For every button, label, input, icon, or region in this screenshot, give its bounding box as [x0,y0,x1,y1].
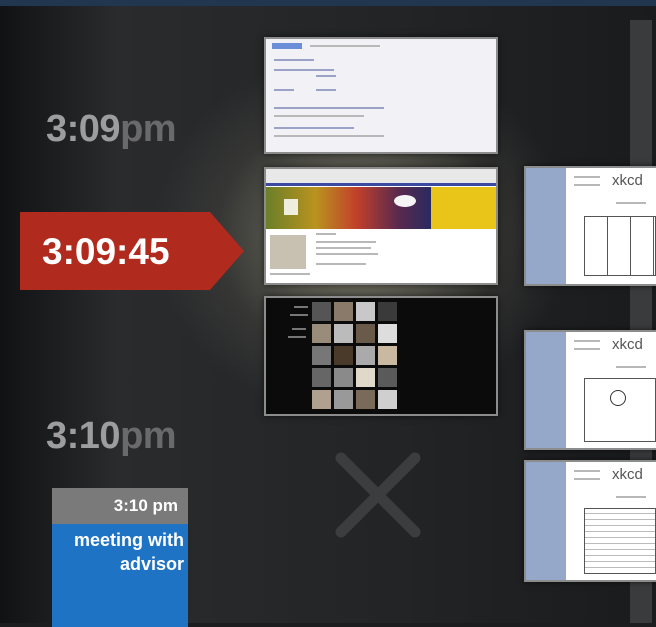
top-bar [0,0,656,6]
page-logo [272,43,302,49]
gallery-photo [334,302,353,321]
banner-letter [284,199,298,215]
text-line [316,253,378,255]
text-line [616,202,646,204]
xkcd-logo: xkcd [612,172,643,189]
text-line [574,470,600,472]
side-panel [526,168,566,284]
event-title-line1: meeting with [73,530,184,550]
banner-side [431,187,496,229]
text-line [274,127,354,129]
text-line [274,135,384,137]
thumbnail-xkcd-3[interactable]: xkcd [524,460,656,582]
gallery-photo [312,324,331,343]
gallery-photo [356,324,375,343]
side-panel [526,462,566,580]
text-line [274,69,334,71]
time-label-310-suffix: pm [120,415,177,457]
current-time-marker[interactable]: 3:09:45 [20,212,245,290]
text-line [274,89,294,91]
text-line [288,336,306,338]
time-label-309-hour: 3:09 [46,108,121,150]
gallery-photo [356,390,375,409]
text-line [574,176,600,178]
event-body: meeting with advisor [52,524,188,627]
gallery-photo [312,346,331,365]
gallery-photo [378,302,397,321]
text-line [316,89,336,91]
gallery-photo [334,368,353,387]
page-nav [266,183,496,186]
gallery-photo [356,368,375,387]
thumbnail-xkcd-2[interactable]: xkcd [524,330,656,450]
text-line [292,328,306,330]
text-line [274,115,364,117]
event-title-line2: advisor [119,554,184,574]
gallery-photo [378,324,397,343]
text-line [574,348,600,350]
comic-panels [584,216,656,276]
gallery-photo [356,302,375,321]
thumbnail-photo-gallery[interactable] [264,296,498,416]
event-time: 3:10 pm [52,488,188,524]
time-label-309: 3:09pm [46,108,177,151]
text-line [574,340,600,342]
time-label-309-suffix: pm [120,108,177,150]
gallery-photo [356,346,375,365]
text-line [274,107,384,109]
post-image [270,235,306,269]
text-line [616,366,646,368]
text-line [316,233,336,235]
xkcd-logo: xkcd [612,336,643,353]
thumbnail-xkcd-1[interactable]: xkcd [524,166,656,286]
text-line [270,273,310,275]
text-line [316,75,336,77]
text-line [316,247,371,249]
search-box [310,45,380,47]
gallery-photo [378,346,397,365]
current-time-text: 3:09:45 [42,231,170,272]
time-label-310: 3:10pm [46,415,177,458]
text-line [274,59,314,61]
xkcd-logo: xkcd [612,466,643,483]
gallery-photo [312,302,331,321]
time-label-310-hour: 3:10 [46,415,121,457]
gallery-photo [312,390,331,409]
gallery-photo [378,390,397,409]
text-line [290,314,308,316]
text-line [316,241,376,243]
calendar-event[interactable]: 3:10 pm meeting with advisor [52,488,188,627]
gallery-photo [334,346,353,365]
gallery-photo [378,368,397,387]
photo-grid [312,300,398,412]
gallery-photo [312,368,331,387]
text-line [574,478,600,480]
thumbnail-search-page[interactable] [264,37,498,154]
text-line [294,306,308,308]
comic-figure [610,390,626,406]
thumbnail-blog-page[interactable] [264,167,498,285]
comic-panel [584,378,656,442]
side-panel [526,332,566,448]
gallery-photo [334,324,353,343]
text-line [616,496,646,498]
gallery-photo [334,390,353,409]
text-line [574,184,600,186]
close-icon[interactable] [335,452,421,538]
speech-bubble [394,195,416,207]
page-header [266,169,496,183]
comic-panel [584,508,656,574]
text-line [316,263,366,265]
